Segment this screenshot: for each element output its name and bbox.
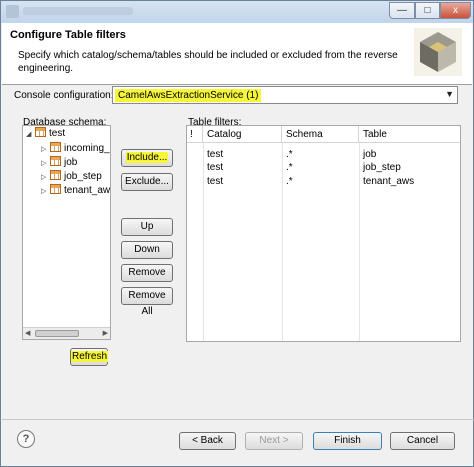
cell-schema: .* xyxy=(286,149,293,160)
tree-item-job[interactable]: ▷ job xyxy=(41,156,77,170)
column-header-catalog[interactable]: Catalog xyxy=(203,126,282,143)
column-header-schema[interactable]: Schema xyxy=(282,126,359,143)
hibernate-logo-icon xyxy=(414,28,462,76)
app-icon xyxy=(6,5,19,18)
collapsed-arrow-icon[interactable]: ▷ xyxy=(41,171,50,185)
column-header-exclude[interactable]: ! xyxy=(187,126,203,143)
console-configuration-value: CamelAwsExtractionService (1) xyxy=(115,89,262,102)
tree-item-label: job xyxy=(64,157,78,168)
cancel-button[interactable]: Cancel xyxy=(390,432,455,450)
collapsed-arrow-icon[interactable]: ▷ xyxy=(41,185,50,199)
close-button[interactable]: x xyxy=(440,2,471,19)
finish-button[interactable]: Finish xyxy=(313,432,382,450)
scroll-left-icon[interactable]: ◀ xyxy=(25,329,30,337)
horizontal-scrollbar[interactable]: ◀ ▶ xyxy=(23,327,110,339)
title-bar: — □ x xyxy=(1,1,473,23)
up-button[interactable]: Up xyxy=(121,218,173,236)
cell-catalog: test xyxy=(207,149,224,160)
console-configuration-label: Console configuration: xyxy=(14,90,114,101)
page-title: Configure Table filters xyxy=(10,29,126,41)
cell-schema: .* xyxy=(286,176,293,187)
exclude-button[interactable]: Exclude... xyxy=(121,173,173,191)
maximize-button[interactable]: □ xyxy=(415,2,440,19)
tree-item-incoming[interactable]: ▷ incoming_ xyxy=(41,142,110,156)
remove-button[interactable]: Remove xyxy=(121,264,173,282)
next-button[interactable]: Next > xyxy=(245,432,303,450)
database-schema-tree[interactable]: ◢ test ▷ incoming_ ▷ job ▷ job_step ▷ tenant_… xyxy=(22,125,111,340)
include-button-label: Include... xyxy=(125,152,169,163)
tree-item-label: job_step xyxy=(64,171,102,182)
scrollbar-thumb[interactable] xyxy=(35,330,79,337)
cell-table: job xyxy=(363,149,377,160)
remove-all-button[interactable]: Remove All xyxy=(121,287,173,317)
help-icon[interactable]: ? xyxy=(17,430,35,448)
cell-catalog: test xyxy=(207,176,224,187)
wizard-header: Configure Table filters Specify which ca… xyxy=(2,23,472,85)
include-button[interactable]: Include... xyxy=(121,149,173,167)
tree-item-tenant-aws[interactable]: ▷ tenant_aws xyxy=(41,184,111,199)
minimize-button[interactable]: — xyxy=(389,2,415,19)
blurred-window-title xyxy=(23,7,133,15)
refresh-button[interactable]: Refresh xyxy=(70,348,109,366)
collapsed-arrow-icon[interactable]: ▷ xyxy=(41,157,50,171)
cell-table: job_step xyxy=(363,162,401,173)
cell-table: tenant_aws xyxy=(363,176,415,187)
chevron-down-icon[interactable]: ▼ xyxy=(445,89,454,99)
tree-item-label: tenant_aws xyxy=(64,185,111,196)
back-button[interactable]: < Back xyxy=(179,432,236,450)
tree-item-label: incoming_ xyxy=(64,143,110,154)
expanded-arrow-icon[interactable]: ◢ xyxy=(26,128,35,142)
footer-divider xyxy=(2,419,474,420)
down-button[interactable]: Down xyxy=(121,241,173,259)
dialog-window: — □ x Configure Table filters Specify wh… xyxy=(0,0,474,467)
page-description: Specify which catalog/schema/tables shou… xyxy=(18,50,398,74)
tree-item-test[interactable]: ◢ test xyxy=(26,127,65,141)
console-configuration-select[interactable]: CamelAwsExtractionService (1) ▼ xyxy=(112,86,458,104)
table-icon xyxy=(50,156,61,166)
table-icon xyxy=(50,142,61,152)
refresh-button-label: Refresh xyxy=(71,351,109,362)
cell-catalog: test xyxy=(207,162,224,173)
schema-icon xyxy=(35,127,46,137)
tree-item-label: test xyxy=(49,128,66,139)
table-icon xyxy=(50,184,61,194)
column-header-table[interactable]: Table xyxy=(359,126,460,143)
cell-schema: .* xyxy=(286,162,293,173)
table-filters-grid[interactable]: ! Catalog Schema Table test .* job test … xyxy=(186,125,461,342)
scroll-right-icon[interactable]: ▶ xyxy=(103,329,108,337)
collapsed-arrow-icon[interactable]: ▷ xyxy=(41,143,50,157)
tree-item-job-step[interactable]: ▷ job_step xyxy=(41,170,102,184)
table-icon xyxy=(50,170,61,180)
